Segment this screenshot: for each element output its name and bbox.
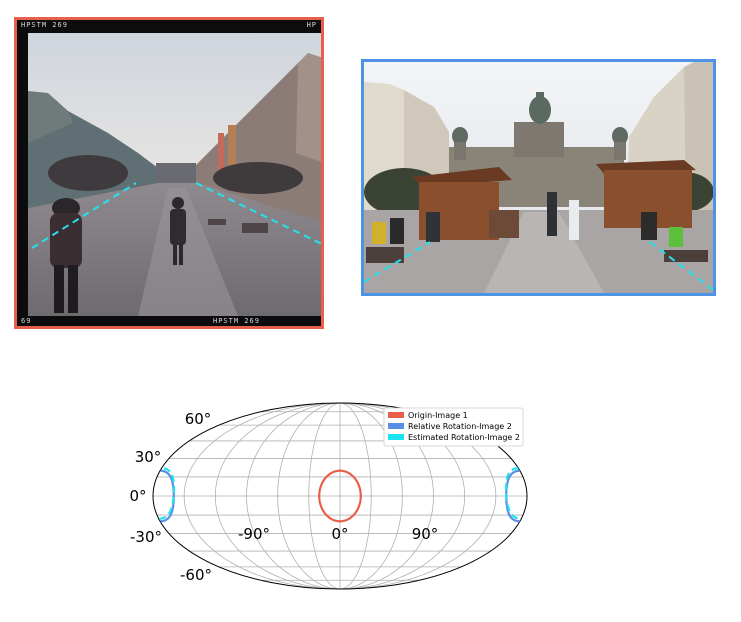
- y-tick-label-neg30: -30°: [130, 528, 162, 546]
- legend-label-estimated: Estimated Rotation-Image 2: [408, 433, 520, 442]
- y-tick-label-60: 60°: [185, 410, 212, 428]
- mollweide-plot: 60° 30° 0° -30° -60° -90° 0° 90° Origin-…: [129, 402, 528, 590]
- legend-label-relative: Relative Rotation-Image 2: [408, 422, 512, 431]
- legend-label-origin: Origin-Image 1: [408, 411, 468, 420]
- legend-swatch-estimated: [388, 434, 404, 440]
- legend: Origin-Image 1 Relative Rotation-Image 2…: [383, 407, 524, 447]
- y-tick-label-0: 0°: [129, 487, 146, 505]
- x-tick-label-0: 0°: [331, 525, 348, 543]
- legend-swatch-relative: [388, 423, 404, 429]
- y-tick-label-30: 30°: [135, 448, 162, 466]
- y-tick-label-neg60: -60°: [180, 566, 212, 584]
- x-tick-label-neg90: -90°: [238, 525, 270, 543]
- x-tick-label-90: 90°: [412, 525, 439, 543]
- legend-swatch-origin: [388, 412, 404, 418]
